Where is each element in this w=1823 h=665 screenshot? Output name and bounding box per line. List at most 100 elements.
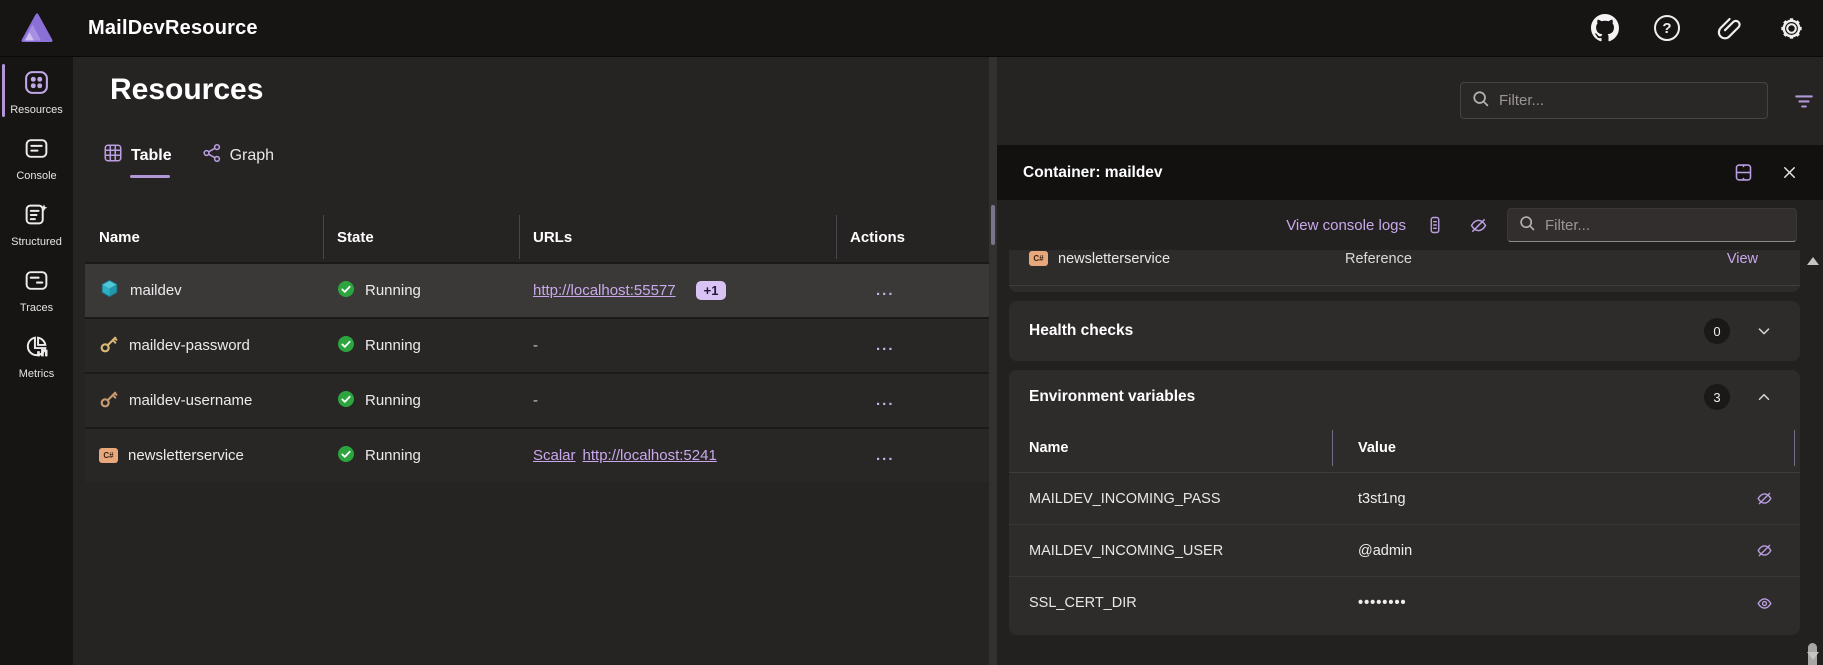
- scroll-down-arrow[interactable]: [1806, 652, 1819, 660]
- env-var-value: t3st1ng: [1358, 490, 1406, 507]
- health-count-badge: 0: [1704, 318, 1730, 344]
- paperclip-icon[interactable]: [1713, 12, 1745, 44]
- help-glyph: ?: [1662, 19, 1672, 37]
- panel-orientation-icon[interactable]: [1729, 159, 1757, 187]
- column-header-name: Name: [99, 228, 140, 246]
- sidebar-item-structured[interactable]: Structured: [0, 196, 73, 251]
- resource-name: maildev-username: [129, 392, 253, 409]
- table-row-maildev-password[interactable]: maildev-password Running - ...: [85, 317, 989, 372]
- env-row-ssl-cert-dir: SSL_CERT_DIR ••••••••: [1009, 577, 1800, 629]
- tab-table[interactable]: Table: [103, 143, 172, 178]
- console-log-document-icon[interactable]: [1421, 211, 1449, 239]
- sidebar-item-label: Structured: [11, 236, 62, 248]
- row-actions-button[interactable]: ...: [850, 282, 895, 299]
- resource-name: maildev: [130, 282, 182, 299]
- reference-view-link[interactable]: View: [1727, 251, 1758, 267]
- table-grid-icon: [103, 143, 123, 168]
- github-icon[interactable]: [1589, 12, 1621, 44]
- table-row-newsletterservice[interactable]: C# newsletterservice Running Scalar http…: [85, 427, 989, 482]
- sidebar-item-traces[interactable]: Traces: [0, 262, 73, 317]
- section-label: Environment variables: [1029, 388, 1196, 405]
- environment-variables-card: Environment variables 3 Name Value MAILD…: [1009, 370, 1800, 635]
- no-urls-dash: -: [533, 337, 538, 354]
- sidebar-item-label: Resources: [10, 104, 63, 116]
- eye-off-icon[interactable]: [1750, 485, 1778, 513]
- env-row-maildev-incoming-pass: MAILDEV_INCOMING_PASS t3st1ng: [1009, 473, 1800, 525]
- csharp-project-icon: C#: [99, 448, 118, 463]
- scalar-link[interactable]: Scalar: [533, 447, 576, 464]
- metrics-icon: [23, 333, 50, 365]
- env-var-name: SSL_CERT_DIR: [1029, 595, 1137, 611]
- table-row-maildev-username[interactable]: maildev-username Running - ...: [85, 372, 989, 427]
- resource-details-panel: Container: maildev View console logs Fil…: [997, 145, 1823, 665]
- sidebar-item-label: Traces: [19, 302, 54, 314]
- resource-name: maildev-password: [129, 337, 250, 354]
- no-urls-dash: -: [533, 392, 538, 409]
- graph-share-icon: [202, 143, 222, 168]
- row-actions-button[interactable]: ...: [850, 392, 895, 409]
- row-actions-button[interactable]: ...: [850, 337, 895, 354]
- filter-funnel-icon[interactable]: [1789, 87, 1819, 115]
- reference-type: Reference: [1345, 250, 1412, 267]
- env-table-header: Name Value: [1009, 424, 1800, 473]
- env-var-value: @admin: [1358, 542, 1413, 559]
- eye-off-icon[interactable]: [1750, 537, 1778, 565]
- sidebar-item-resources[interactable]: Resources: [0, 64, 73, 119]
- reference-name: newsletterservice: [1058, 250, 1171, 267]
- panel-filter: [1507, 208, 1797, 242]
- search-icon: [1518, 214, 1536, 237]
- mask-values-eye-off-icon[interactable]: [1464, 211, 1492, 239]
- panel-splitter[interactable]: [989, 57, 997, 665]
- endpoint-link[interactable]: http://localhost:5241: [583, 447, 717, 464]
- resources-filter-input[interactable]: [1499, 92, 1757, 109]
- chevron-up-icon[interactable]: [1752, 385, 1776, 409]
- column-header-actions: Actions: [836, 212, 989, 262]
- tab-label: Graph: [229, 146, 275, 164]
- sidebar-item-label: Console: [16, 170, 57, 182]
- sidebar-item-console[interactable]: Console: [0, 130, 73, 185]
- traces-icon: [23, 267, 50, 299]
- more-urls-badge[interactable]: +1: [695, 281, 727, 300]
- main-scrollbar-thumb[interactable]: [991, 205, 995, 245]
- top-bar: MailDevResource ?: [0, 0, 1823, 57]
- chevron-down-icon[interactable]: [1752, 319, 1776, 343]
- structured-logs-icon: [23, 201, 50, 233]
- panel-filter-input[interactable]: [1545, 216, 1786, 234]
- endpoint-link[interactable]: http://localhost:55577: [533, 282, 676, 299]
- view-console-logs-link[interactable]: View console logs: [1286, 217, 1406, 234]
- environment-variables-section[interactable]: Environment variables 3: [1009, 370, 1800, 424]
- sidebar-item-label: Metrics: [18, 368, 55, 380]
- scroll-up-arrow[interactable]: [1806, 257, 1819, 265]
- env-var-name: MAILDEV_INCOMING_USER: [1029, 542, 1224, 559]
- state-text: Running: [365, 337, 421, 354]
- csharp-project-icon: C#: [1029, 251, 1048, 266]
- console-logs-icon: [23, 135, 50, 167]
- table-header-row: Name State URLs Actions: [85, 212, 989, 262]
- sidebar-item-metrics[interactable]: Metrics: [0, 328, 73, 383]
- help-icon[interactable]: ?: [1651, 12, 1683, 44]
- search-icon: [1471, 89, 1490, 113]
- table-row-maildev[interactable]: maildev Running http://localhost:55577 +…: [85, 262, 989, 317]
- app-title: MailDevResource: [88, 16, 258, 39]
- tab-graph[interactable]: Graph: [202, 143, 274, 178]
- health-checks-section[interactable]: Health checks 0: [1009, 301, 1800, 361]
- panel-title: Container: maildev: [1023, 163, 1163, 181]
- row-actions-button[interactable]: ...: [850, 447, 895, 464]
- settings-gear-icon[interactable]: [1775, 12, 1807, 44]
- view-tabs: Table Graph: [103, 143, 274, 178]
- close-icon[interactable]: [1775, 159, 1803, 187]
- running-check-icon: [337, 280, 355, 302]
- tab-label: Table: [131, 146, 172, 164]
- env-column-name: Name: [1029, 440, 1069, 456]
- topbar-actions: ?: [1589, 12, 1807, 44]
- eye-icon[interactable]: [1750, 589, 1778, 617]
- panel-scrollbar[interactable]: [1805, 253, 1820, 665]
- env-var-value-masked: ••••••••: [1358, 595, 1407, 611]
- env-count-badge: 3: [1704, 384, 1730, 410]
- panel-header: Container: maildev: [997, 145, 1823, 200]
- state-text: Running: [365, 392, 421, 409]
- running-check-icon: [337, 445, 355, 467]
- env-column-value: Value: [1358, 440, 1396, 456]
- reference-row[interactable]: C# newsletterservice Reference View: [1009, 250, 1800, 286]
- state-text: Running: [365, 282, 421, 299]
